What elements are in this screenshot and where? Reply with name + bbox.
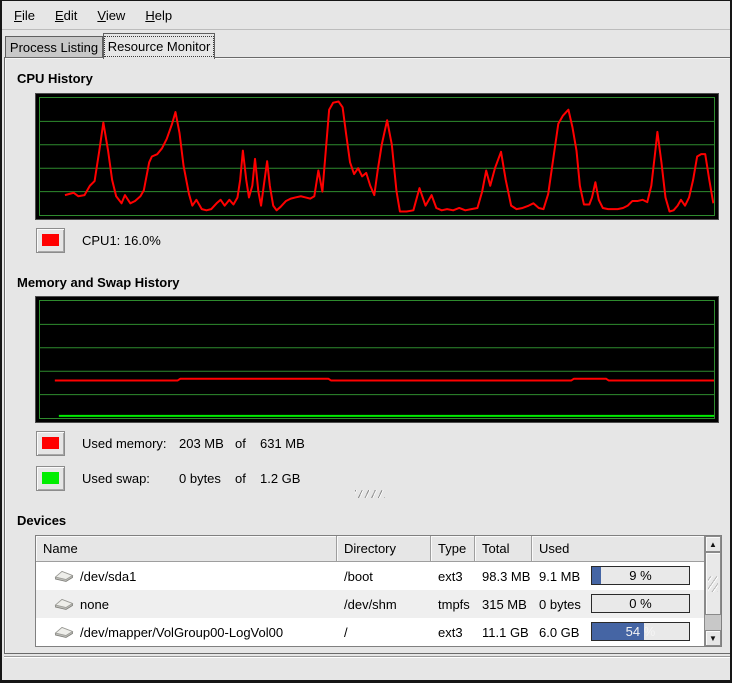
device-used: 0 bytes — [539, 597, 581, 612]
memory-legend-swatch — [36, 431, 65, 456]
menu-bar: File Edit View Help — [2, 1, 730, 30]
tab-resource-monitor-label: Resource Monitor — [105, 37, 214, 56]
device-total: 11.1 GB — [475, 618, 532, 646]
disk-icon — [54, 598, 74, 611]
usage-progress-bar: 54 % — [591, 622, 690, 641]
device-directory: /dev/shm — [337, 590, 431, 618]
system-monitor-window: File Edit View Help Process Listing Reso… — [0, 0, 732, 683]
swap-used-value: 0 bytes — [179, 471, 235, 486]
menu-file-label: File — [14, 8, 35, 23]
memory-legend: Used memory: 203 MB of 631 MB — [36, 430, 305, 456]
swap-of-label: of — [235, 471, 260, 486]
menu-help-label: Help — [145, 8, 172, 23]
device-directory: / — [337, 618, 431, 646]
menu-edit[interactable]: Edit — [45, 1, 87, 29]
cpu-history-title: CPU History — [17, 71, 93, 86]
device-type: ext3 — [431, 562, 475, 590]
menu-help[interactable]: Help — [135, 1, 182, 29]
menu-view-label: View — [97, 8, 125, 23]
devices-title: Devices — [17, 513, 66, 528]
memory-color-swatch — [42, 437, 59, 449]
usage-percent-label: 9 % — [592, 567, 689, 584]
scroll-up-button[interactable]: ▲ — [705, 536, 721, 552]
scroll-down-button[interactable]: ▼ — [705, 630, 721, 646]
column-header-directory[interactable]: Directory — [337, 536, 431, 562]
column-header-total[interactable]: Total — [475, 536, 532, 562]
table-row-none[interactable]: none /dev/shm tmpfs 315 MB 0 bytes 0 % — [36, 590, 721, 618]
cpu-history-chart — [35, 93, 719, 220]
memory-swap-title: Memory and Swap History — [17, 275, 180, 290]
swap-legend-label: Used swap: — [82, 471, 179, 486]
table-row-volgroup[interactable]: /dev/mapper/VolGroup00-LogVol00 / ext3 1… — [36, 618, 721, 646]
column-header-used[interactable]: Used — [532, 536, 704, 562]
pane-resize-grip[interactable] — [355, 490, 385, 498]
menu-view[interactable]: View — [87, 1, 135, 29]
memory-swap-chart — [35, 296, 719, 423]
arrow-up-icon: ▲ — [709, 540, 717, 549]
cpu-color-swatch — [42, 234, 59, 246]
column-header-name[interactable]: Name — [36, 536, 337, 562]
cpu-legend-label: CPU1: 16.0% — [82, 233, 161, 248]
devices-table: Name Directory Type Total Used /dev/sda1… — [35, 535, 722, 647]
device-total: 315 MB — [475, 590, 532, 618]
cpu-legend: CPU1: 16.0% — [36, 227, 161, 253]
device-type: ext3 — [431, 618, 475, 646]
memory-swap-plot — [39, 300, 715, 419]
tab-resource-monitor[interactable]: Resource Monitor — [103, 33, 215, 59]
memory-of-label: of — [235, 436, 260, 451]
menu-file[interactable]: File — [4, 1, 45, 29]
device-used: 9.1 MB — [539, 569, 580, 584]
menu-edit-label: Edit — [55, 8, 77, 23]
devices-header-row: Name Directory Type Total Used — [36, 536, 721, 562]
memory-total-value: 631 MB — [260, 436, 305, 451]
arrow-down-icon: ▼ — [709, 634, 717, 643]
device-name: /dev/sda1 — [80, 569, 136, 584]
disk-icon — [54, 626, 74, 639]
swap-legend-swatch — [36, 466, 65, 491]
table-row-dev-sda1[interactable]: /dev/sda1 /boot ext3 98.3 MB 9.1 MB 9 % — [36, 562, 721, 590]
tab-process-listing-label: Process Listing — [10, 40, 98, 55]
devices-scrollbar[interactable]: ▲ ▼ — [704, 536, 721, 646]
device-type: tmpfs — [431, 590, 475, 618]
memory-legend-label: Used memory: — [82, 436, 179, 451]
swap-total-value: 1.2 GB — [260, 471, 300, 486]
device-total: 98.3 MB — [475, 562, 532, 590]
usage-percent-label: 0 % — [592, 595, 689, 612]
usage-progress-bar: 9 % — [591, 566, 690, 585]
device-directory: /boot — [337, 562, 431, 590]
usage-percent-label: 54 % — [592, 623, 689, 640]
device-name: none — [80, 597, 109, 612]
cpu-history-plot — [39, 97, 715, 216]
tab-process-listing[interactable]: Process Listing — [5, 36, 103, 58]
usage-progress-bar: 0 % — [591, 594, 690, 613]
status-bar — [4, 656, 732, 680]
device-name: /dev/mapper/VolGroup00-LogVol00 — [80, 625, 283, 640]
swap-color-swatch — [42, 472, 59, 484]
swap-legend: Used swap: 0 bytes of 1.2 GB — [36, 465, 300, 491]
disk-icon — [54, 570, 74, 583]
resource-monitor-page: CPU History CPU1: 16.0% Memory and Swap … — [4, 57, 732, 654]
memory-used-value: 203 MB — [179, 436, 235, 451]
cpu-legend-swatch — [36, 228, 65, 253]
scrollbar-grip-icon — [708, 576, 718, 592]
column-header-type[interactable]: Type — [431, 536, 475, 562]
scrollbar-thumb[interactable] — [705, 552, 721, 615]
device-used: 6.0 GB — [539, 625, 579, 640]
